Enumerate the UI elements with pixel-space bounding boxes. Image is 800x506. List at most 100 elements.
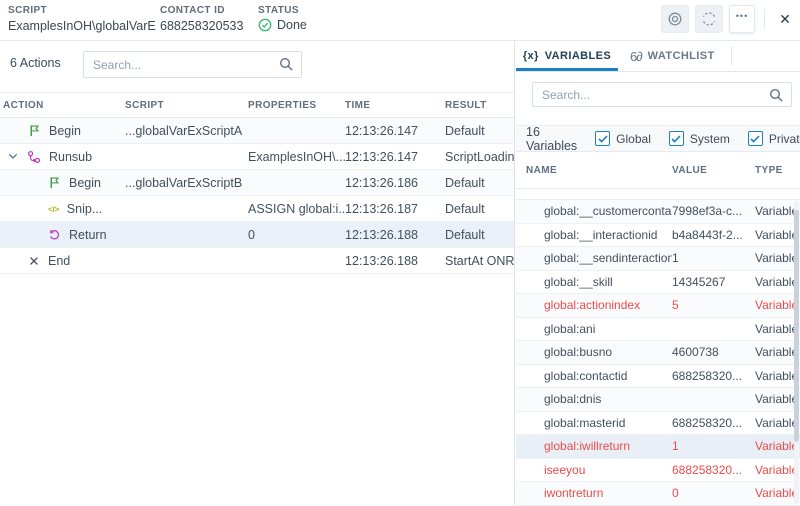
variable-value: b4a8443f-2...: [672, 228, 752, 242]
action-time: 12:13:26.147: [345, 124, 445, 138]
variable-value: 688258320...: [672, 416, 752, 430]
tab-variables[interactable]: {x} VARIABLES: [516, 41, 618, 71]
more-options-button[interactable]: •••: [729, 5, 755, 33]
variable-row[interactable]: global:__interactionid b4a8443f-2... Var…: [516, 224, 800, 248]
script-value: ExamplesInOH\globalVarExScri...: [8, 19, 156, 33]
variable-row[interactable]: global:__sendinteraction... 1 Variable: [516, 247, 800, 271]
check-icon: [598, 135, 608, 143]
variable-value: 688258320...: [672, 369, 752, 383]
variable-type: Variable: [752, 369, 800, 383]
variable-row[interactable]: global:busno 4600738 Variable: [516, 341, 800, 365]
variable-value: 7998ef3a-c...: [672, 204, 752, 218]
variable-name: global:__skill: [516, 275, 672, 289]
variable-row[interactable]: iwontreturn 0 Variable: [516, 482, 800, 506]
action-row-runsub[interactable]: Runsub ExamplesInOH\... 12:13:26.147 Scr…: [0, 144, 514, 170]
action-script: ...globalVarExScriptB: [125, 176, 248, 190]
variable-name: global:ani: [516, 322, 672, 336]
variable-value: 1: [672, 439, 752, 453]
action-time: 12:13:26.186: [345, 176, 445, 190]
action-result: Default: [445, 124, 515, 138]
tab-watchlist-label: WATCHLIST: [648, 50, 715, 62]
tab-watchlist[interactable]: 6∂ WATCHLIST: [630, 41, 717, 71]
variable-row[interactable]: global:contactid 688258320... Variable: [516, 365, 800, 389]
checkbox-private[interactable]: [748, 131, 763, 146]
variable-type: Variable: [752, 486, 800, 500]
actions-panel: 6 Actions ACTION SCRIPT PROPERTIES TIME …: [0, 41, 515, 506]
return-arrow-icon: [48, 228, 61, 241]
end-x-icon: [28, 255, 40, 267]
variables-count: 16 Variables: [526, 125, 577, 153]
filter-global-label: Global: [616, 132, 651, 146]
variable-row[interactable]: global:actionindex 5 Variable: [516, 294, 800, 318]
variable-row[interactable]: global:__customercontac... 7998ef3a-c...…: [516, 200, 800, 224]
action-cell: Begin: [0, 176, 125, 190]
window-header: SCRIPT ExamplesInOH\globalVarExScri... C…: [0, 0, 800, 41]
action-name: Runsub: [49, 150, 92, 164]
action-row-begin-b[interactable]: Begin ...globalVarExScriptB 12:13:26.186…: [0, 170, 514, 196]
action-name: Snip...: [67, 202, 102, 216]
variable-value: 14345267: [672, 275, 752, 289]
monitor-target-button[interactable]: [661, 5, 689, 33]
action-script: ...globalVarExScriptA: [125, 124, 248, 138]
variable-value: 1: [672, 251, 752, 265]
action-time: 12:13:26.188: [345, 254, 445, 268]
variable-type: Variable: [752, 228, 800, 242]
window-controls: ••• ✕: [661, 4, 796, 34]
col-time: TIME: [345, 100, 445, 111]
action-cell: </> Snip...: [0, 202, 125, 216]
action-result: Default: [445, 228, 515, 242]
status-label: STATUS: [258, 5, 307, 16]
variable-row-selected[interactable]: global:iwillreturn 1 Variable: [516, 435, 800, 459]
script-label: SCRIPT: [8, 5, 156, 16]
close-button[interactable]: ✕: [774, 8, 796, 30]
variable-name: global:iwillreturn: [516, 439, 672, 453]
variable-value: 5: [672, 298, 752, 312]
filter-private[interactable]: Private: [748, 131, 800, 146]
col-action: ACTION: [0, 100, 125, 111]
variable-row[interactable]: global:masterid 688258320... Variable: [516, 412, 800, 436]
variable-row[interactable]: global:__skill 14345267 Variable: [516, 271, 800, 295]
variable-name: global:contactid: [516, 369, 672, 383]
filter-system[interactable]: System: [669, 131, 730, 146]
variable-type: Variable: [752, 251, 800, 265]
checkbox-system[interactable]: [669, 131, 684, 146]
variables-scrollbar-thumb[interactable]: [794, 210, 799, 442]
filter-global[interactable]: Global: [595, 131, 651, 146]
action-result: Default: [445, 202, 515, 216]
action-row-return[interactable]: Return 0 12:13:26.188 Default: [0, 222, 514, 248]
actions-count: 6 Actions: [10, 56, 61, 70]
target-icon: [667, 11, 683, 27]
refresh-trace-button[interactable]: [695, 5, 723, 33]
variable-row[interactable]: global:ani Variable: [516, 318, 800, 342]
variable-name: global:__customercontac...: [516, 204, 672, 218]
action-row-snippet[interactable]: </> Snip... ASSIGN global:i... 12:13:26.…: [0, 196, 514, 222]
variable-type: Variable: [752, 204, 800, 218]
variable-type: Variable: [752, 298, 800, 312]
actions-search-input[interactable]: [83, 51, 302, 78]
variables-search-input[interactable]: [532, 82, 792, 107]
variable-row[interactable]: global:dnis Variable: [516, 388, 800, 412]
status-badge: Done: [277, 18, 307, 32]
filter-system-label: System: [690, 132, 730, 146]
variable-name: iseeyou: [516, 463, 672, 477]
filter-private-label: Private: [769, 132, 800, 146]
checkbox-global[interactable]: [595, 131, 610, 146]
variable-name: global:dnis: [516, 392, 672, 406]
variables-searchbox: [532, 82, 792, 107]
begin-flag-icon: [48, 176, 61, 189]
check-icon: [671, 135, 681, 143]
variable-type: Variable: [752, 416, 800, 430]
action-properties: 0: [248, 228, 345, 242]
variable-row[interactable]: iseeyou 688258320... Variable: [516, 459, 800, 483]
action-row-end[interactable]: End 12:13:26.188 StartAt ONRELE: [0, 248, 514, 274]
header-field-script: SCRIPT ExamplesInOH\globalVarExScri...: [8, 5, 156, 33]
col-type: TYPE: [752, 165, 800, 176]
header-field-status: STATUS Done: [258, 5, 307, 32]
action-row-begin-a[interactable]: Begin ...globalVarExScriptA 12:13:26.147…: [0, 118, 514, 144]
action-result: Default: [445, 176, 515, 190]
action-name: End: [48, 254, 70, 268]
action-properties: ExamplesInOH\...: [248, 150, 345, 164]
variables-panel: {x} VARIABLES 6∂ WATCHLIST 16 Variables: [516, 41, 800, 506]
collapse-expander[interactable]: [7, 153, 19, 160]
action-name: Return: [69, 228, 107, 242]
